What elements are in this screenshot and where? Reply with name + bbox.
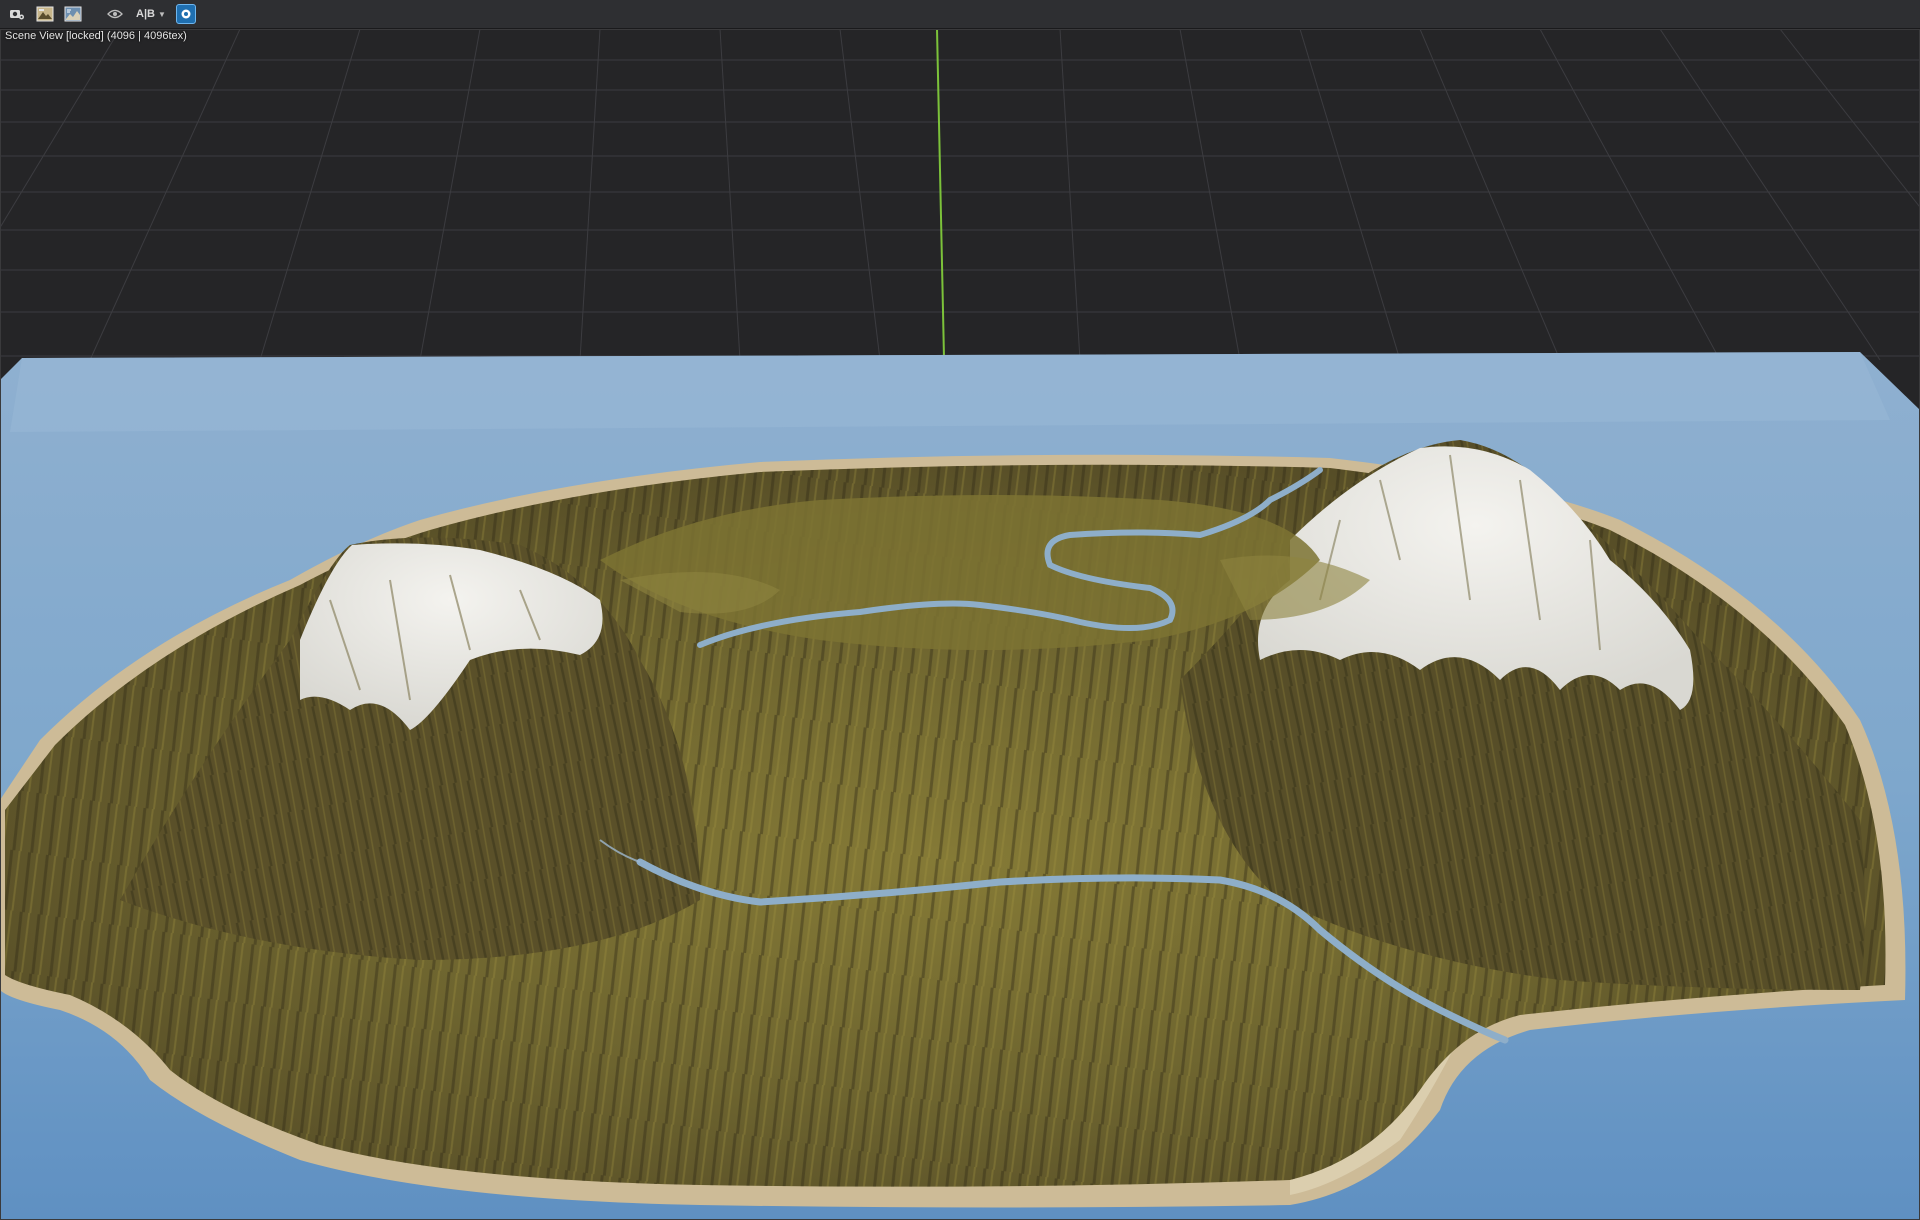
viewport-title: Scene View [locked] (4096 | 4096tex): [5, 30, 187, 42]
eye-icon[interactable]: [104, 3, 126, 25]
camera-gear-icon[interactable]: [6, 3, 28, 25]
ab-compare-label: A|B: [136, 8, 155, 20]
chevron-down-icon: ▼: [157, 9, 166, 19]
ab-compare-dropdown[interactable]: A|B ▼: [132, 3, 170, 25]
graph-image-icon[interactable]: [62, 3, 84, 25]
scene-viewport[interactable]: [0, 29, 1920, 1220]
y-axis-line: [936, 29, 946, 406]
gear-blue-icon[interactable]: [175, 4, 196, 24]
background-grid: [0, 29, 1920, 361]
viewport-toolbar: A|B ▼: [0, 0, 1920, 29]
image-icon[interactable]: [34, 3, 56, 25]
